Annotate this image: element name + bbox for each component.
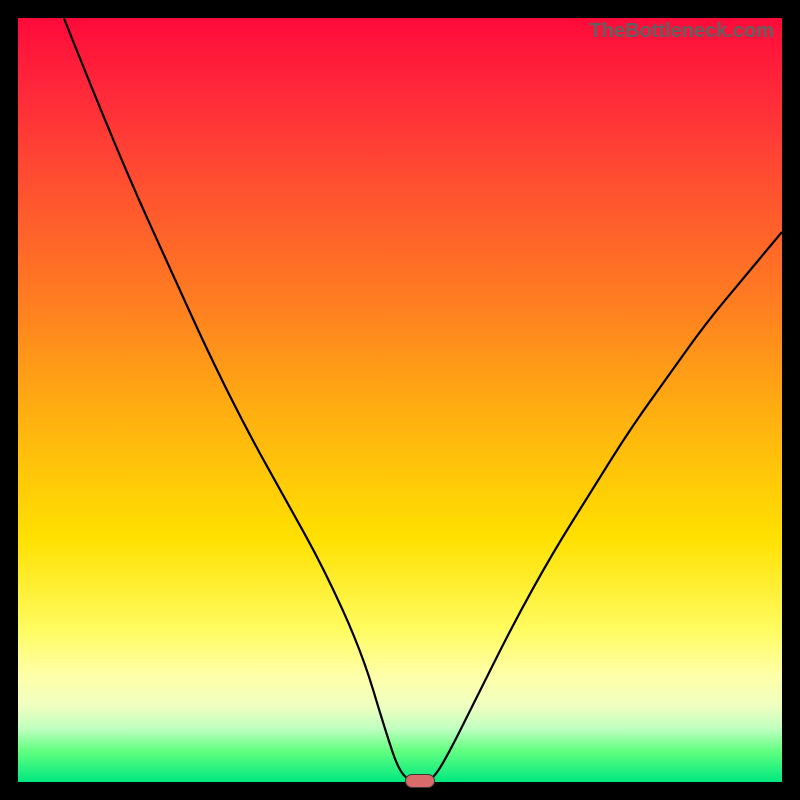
watermark: TheBottleneck.com — [590, 20, 774, 43]
chart-container: TheBottleneck.com — [0, 0, 800, 800]
bottleneck-curve — [18, 18, 782, 782]
plot-area: TheBottleneck.com — [18, 18, 782, 782]
optimum-marker — [405, 774, 435, 788]
